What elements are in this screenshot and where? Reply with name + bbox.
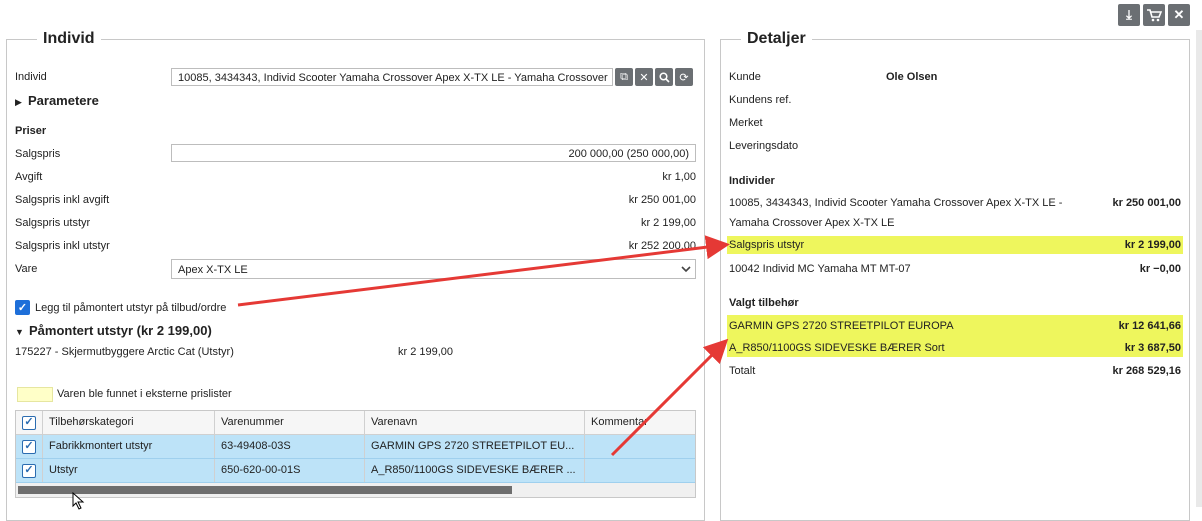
detaljer-panel: Detaljer Kunde Ole Olsen Kundens ref. Me…: [720, 30, 1190, 521]
valgt-heading: Valgt tilbehør: [729, 297, 799, 309]
salgspris-inkl-avgift-label: Salgspris inkl avgift: [15, 194, 110, 206]
window-scrollbar[interactable]: [1196, 30, 1202, 507]
open-icon[interactable]: ⧉: [615, 68, 633, 86]
pamontert-item-name: 175227 - Skjermutbyggere Arctic Cat (Uts…: [15, 346, 234, 358]
col-header-varenummer[interactable]: Varenummer: [215, 411, 365, 434]
vare-label: Vare: [15, 263, 38, 275]
detalj-salgspris-utstyr-label: Salgspris utstyr: [729, 239, 805, 251]
col-header-kategori[interactable]: Tilbehørskategori: [43, 411, 215, 434]
scrollbar-thumb[interactable]: [18, 486, 512, 494]
row-checkbox[interactable]: ✓: [22, 463, 36, 478]
vare-select[interactable]: Apex X-TX LE: [171, 259, 696, 279]
individ-label: Individ: [15, 71, 47, 83]
garmin-label: GARMIN GPS 2720 STREETPILOT EUROPA: [729, 320, 954, 332]
individ-input[interactable]: 10085, 3434343, Individ Scooter Yamaha C…: [171, 68, 613, 86]
select-all-checkbox-cell: ✓: [16, 411, 43, 434]
parametere-label: Parametere: [27, 93, 99, 108]
sideveske-value: kr 3 687,50: [1124, 342, 1181, 354]
clear-icon[interactable]: ✕: [635, 68, 653, 86]
col-header-varenavn[interactable]: Varenavn: [365, 411, 585, 434]
cell-kategori: Fabrikkmontert utstyr: [43, 435, 215, 458]
avgift-value: kr 1,00: [662, 171, 696, 183]
table-row[interactable]: ✓ Utstyr 650-620-00-01S A_R850/1100GS SI…: [16, 459, 695, 483]
legend-text: Varen ble funnet i eksterne prislister: [57, 388, 232, 400]
salgspris-inkl-utstyr-value: kr 252 200,00: [628, 240, 696, 252]
salgspris-label: Salgspris: [15, 148, 61, 160]
salgspris-utstyr-value: kr 2 199,00: [640, 217, 696, 229]
salgspris-value: 200 000,00 (250 000,00): [568, 148, 690, 160]
cell-kategori: Utstyr: [43, 459, 215, 482]
mouse-cursor-icon: [72, 492, 85, 510]
totalt-value: kr 268 529,16: [1112, 365, 1181, 377]
mc-value: kr −0,00: [1139, 263, 1181, 275]
sideveske-label: A_R850/1100GS SIDEVESKE BÆRER Sort: [729, 342, 945, 354]
row-checkbox-cell: ✓: [16, 459, 43, 482]
kunde-label: Kunde: [729, 71, 761, 83]
table-row[interactable]: ✓ Fabrikkmontert utstyr 63-49408-03S GAR…: [16, 435, 695, 459]
individ-line-1: 10085, 3434343, Individ Scooter Yamaha C…: [729, 197, 1063, 209]
salgspris-input[interactable]: 200 000,00 (250 000,00): [171, 144, 696, 162]
leveringsdato-label: Leveringsdato: [729, 140, 799, 152]
cell-varenummer: 650-620-00-01S: [215, 459, 365, 482]
refresh-icon[interactable]: ⟳: [675, 68, 693, 86]
salgspris-utstyr-highlight: Salgspris utstyr kr 2 199,00: [727, 236, 1183, 254]
select-all-checkbox[interactable]: ✓: [22, 415, 36, 430]
grid-horizontal-scrollbar[interactable]: [16, 483, 695, 497]
add-equipment-label: Legg til påmontert utstyr på tilbud/ordr…: [35, 302, 227, 314]
cart-icon[interactable]: [1143, 4, 1165, 26]
salgspris-utstyr-label: Salgspris utstyr: [15, 217, 91, 229]
garmin-value: kr 12 641,66: [1118, 320, 1181, 332]
pamontert-heading: Påmontert utstyr (kr 2 199,00): [28, 323, 212, 338]
add-equipment-checkbox[interactable]: ✓: [15, 300, 30, 315]
cell-varenavn: A_R850/1100GS SIDEVESKE BÆRER ...: [365, 459, 585, 482]
individ-panel-title: Individ: [37, 30, 101, 48]
pamontert-item-price: kr 2 199,00: [398, 346, 454, 358]
mc-label: 10042 Individ MC Yamaha MT MT-07: [729, 263, 911, 275]
detaljer-panel-title: Detaljer: [741, 30, 812, 48]
priser-heading: Priser: [15, 125, 47, 137]
row-checkbox-cell: ✓: [16, 435, 43, 458]
totalt-label: Totalt: [729, 365, 756, 377]
chevron-down-icon: [681, 260, 691, 285]
individ-line-2: Yamaha Crossover Apex X-TX LE: [729, 217, 895, 229]
cell-kommentar[interactable]: [585, 459, 693, 482]
avgift-label: Avgift: [15, 171, 43, 183]
grid-header-row: ✓ Tilbehørskategori Varenummer Varenavn …: [16, 411, 695, 435]
download-icon[interactable]: ⤓: [1118, 4, 1140, 26]
cell-kommentar[interactable]: [585, 435, 693, 458]
salgspris-inkl-avgift-value: kr 250 001,00: [628, 194, 696, 206]
close-icon[interactable]: ✕: [1168, 4, 1190, 26]
kundens-ref-label: Kundens ref.: [729, 94, 792, 106]
col-header-kommentar[interactable]: Kommentar: [585, 411, 693, 434]
equipment-grid: ✓ Tilbehørskategori Varenummer Varenavn …: [15, 410, 696, 498]
cell-varenavn: GARMIN GPS 2720 STREETPILOT EU...: [365, 435, 585, 458]
search-icon[interactable]: [655, 68, 673, 86]
merket-label: Merket: [729, 117, 763, 129]
cell-varenummer: 63-49408-03S: [215, 435, 365, 458]
individ-price: kr 250 001,00: [1112, 197, 1181, 209]
legend-swatch: [17, 387, 53, 402]
expand-arrow-icon: ▶: [15, 97, 22, 107]
vare-select-value: Apex X-TX LE: [178, 264, 248, 276]
individ-actions: ⧉ ✕ ⟳: [613, 68, 693, 86]
collapse-arrow-icon: ▼: [15, 327, 24, 337]
salgspris-inkl-utstyr-label: Salgspris inkl utstyr: [15, 240, 110, 252]
individ-input-value: 10085, 3434343, Individ Scooter Yamaha C…: [178, 72, 608, 84]
kunde-value: Ole Olsen: [886, 71, 938, 83]
top-toolbar: ⤓ ✕: [1118, 4, 1190, 26]
detalj-salgspris-utstyr-value: kr 2 199,00: [1124, 239, 1181, 251]
individ-panel: Individ Individ 10085, 3434343, Individ …: [6, 30, 705, 521]
row-checkbox[interactable]: ✓: [22, 439, 36, 454]
pamontert-toggle[interactable]: ▼ Påmontert utstyr (kr 2 199,00): [15, 321, 696, 341]
parametere-toggle[interactable]: ▶ Parametere: [15, 92, 696, 110]
individer-heading: Individer: [729, 175, 775, 187]
